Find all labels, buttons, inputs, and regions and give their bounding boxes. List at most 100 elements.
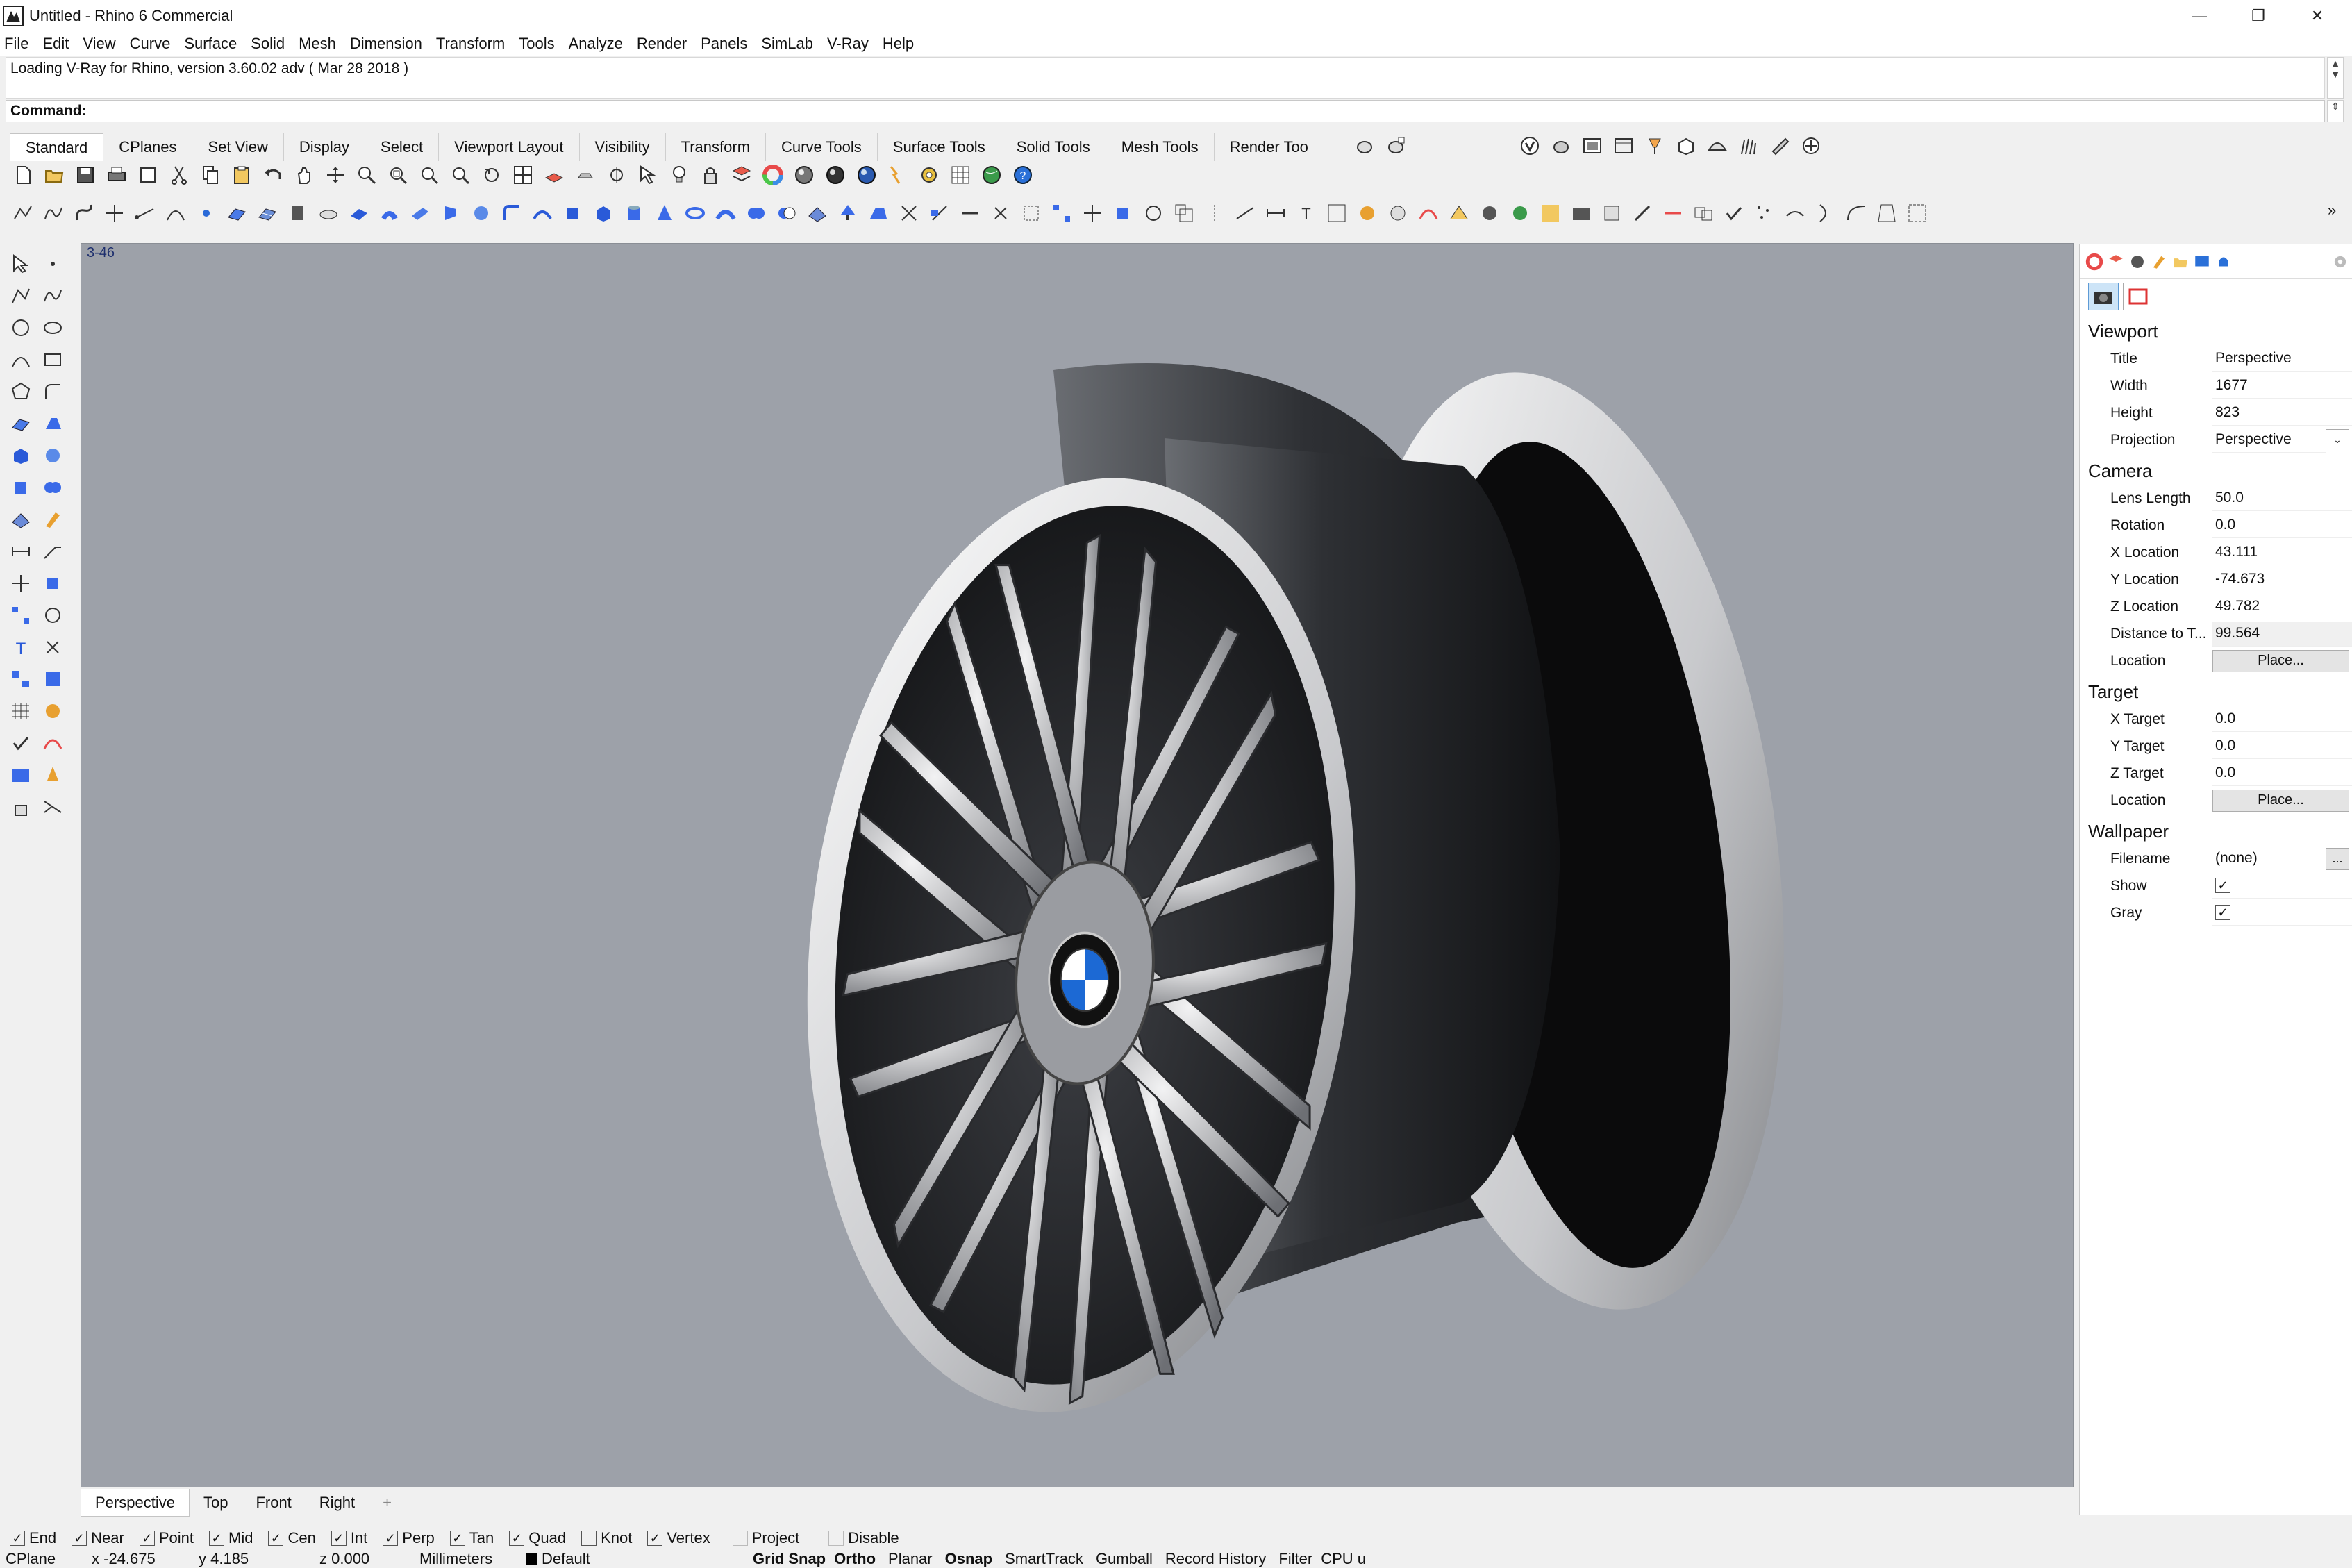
history-scrollbar[interactable]: ▲ ▼ bbox=[2327, 57, 2344, 99]
menu-mesh[interactable]: Mesh bbox=[299, 35, 336, 53]
fillet-icon[interactable] bbox=[500, 201, 524, 225]
line-icon[interactable] bbox=[103, 201, 126, 225]
group-icon[interactable] bbox=[7, 665, 35, 693]
display-tab-icon[interactable] bbox=[2193, 253, 2211, 271]
boolean-union-icon[interactable] bbox=[744, 201, 768, 225]
object-snap-icon[interactable] bbox=[605, 163, 628, 187]
osnap-checkbox[interactable]: ✓ bbox=[509, 1531, 525, 1546]
set-view-icon[interactable] bbox=[574, 163, 597, 187]
grid-options-icon[interactable] bbox=[949, 163, 972, 187]
rotate-icon[interactable] bbox=[1142, 201, 1165, 225]
cylinder-solid-icon[interactable] bbox=[7, 474, 35, 501]
arc-icon[interactable] bbox=[7, 346, 35, 374]
vray-proxy-icon[interactable] bbox=[1674, 134, 1698, 158]
vray-light-icon[interactable] bbox=[39, 761, 67, 789]
analyze-icon[interactable] bbox=[1356, 201, 1379, 225]
explode-icon[interactable] bbox=[39, 633, 67, 661]
surface-plane-icon[interactable] bbox=[7, 410, 35, 437]
polygon-icon[interactable] bbox=[7, 378, 35, 406]
vray-clipper-icon[interactable] bbox=[1768, 134, 1792, 158]
osnap-int[interactable]: ✓ Int bbox=[331, 1529, 367, 1547]
chevron-down-icon[interactable]: ⌄ bbox=[2326, 428, 2349, 451]
options-gear-icon[interactable] bbox=[917, 163, 941, 187]
vp-tab-add[interactable]: + bbox=[369, 1489, 406, 1517]
point-cloud-icon[interactable] bbox=[1753, 201, 1776, 225]
light-bulb-icon[interactable] bbox=[667, 163, 691, 187]
status-gumball[interactable]: Gumball bbox=[1096, 1550, 1153, 1568]
flow-icon[interactable] bbox=[1783, 201, 1807, 225]
menu-file[interactable]: File bbox=[4, 35, 28, 53]
osnap-checkbox[interactable] bbox=[732, 1531, 748, 1546]
check-icon[interactable] bbox=[7, 729, 35, 757]
explode-icon[interactable] bbox=[989, 201, 1012, 225]
vray-render-icon[interactable] bbox=[1549, 134, 1573, 158]
orient-icon[interactable] bbox=[1233, 201, 1257, 225]
cone-icon[interactable] bbox=[653, 201, 676, 225]
status-filter[interactable]: Filter bbox=[1278, 1550, 1312, 1568]
plane-icon[interactable] bbox=[317, 201, 340, 225]
tab-cplanes[interactable]: CPlanes bbox=[103, 133, 193, 161]
status-osnap[interactable]: Osnap bbox=[945, 1550, 992, 1568]
select-arrow-icon[interactable] bbox=[7, 250, 35, 278]
command-input[interactable] bbox=[89, 102, 2312, 120]
dimension-icon[interactable] bbox=[7, 537, 35, 565]
vray-dome-icon[interactable] bbox=[1705, 134, 1729, 158]
fillet-curves-icon[interactable] bbox=[39, 378, 67, 406]
osnap-checkbox[interactable]: ✓ bbox=[10, 1531, 25, 1546]
globe-icon[interactable] bbox=[980, 163, 1003, 187]
undo-icon[interactable] bbox=[261, 163, 285, 187]
layout-icon[interactable] bbox=[136, 163, 160, 187]
osnap-quad[interactable]: ✓ Quad bbox=[509, 1529, 566, 1547]
tab-render-tools[interactable]: Render Too bbox=[1215, 133, 1324, 161]
undo-view-icon[interactable] bbox=[480, 163, 503, 187]
sphere-icon[interactable] bbox=[469, 201, 493, 225]
curvature-icon[interactable] bbox=[1417, 201, 1440, 225]
leader-icon[interactable] bbox=[39, 537, 67, 565]
pipe-icon[interactable] bbox=[714, 201, 737, 225]
osnap-checkbox[interactable]: ✓ bbox=[72, 1531, 87, 1546]
print-icon[interactable] bbox=[105, 163, 128, 187]
paste-icon[interactable] bbox=[230, 163, 253, 187]
perspective-viewport[interactable]: 3-46 bbox=[81, 243, 2074, 1487]
osnap-checkbox[interactable]: ✓ bbox=[647, 1531, 663, 1546]
box-icon[interactable] bbox=[592, 201, 615, 225]
prop-title-value[interactable]: Perspective bbox=[2212, 346, 2352, 372]
menu-panels[interactable]: Panels bbox=[701, 35, 747, 53]
texture-icon[interactable] bbox=[1539, 201, 1562, 225]
sun-light-icon[interactable] bbox=[886, 163, 910, 187]
patch-icon[interactable] bbox=[867, 201, 890, 225]
copy-icon[interactable] bbox=[199, 163, 222, 187]
browse-button[interactable]: ... bbox=[2326, 847, 2349, 870]
extrude-icon[interactable] bbox=[561, 201, 585, 225]
render-sphere-icon[interactable] bbox=[855, 163, 878, 187]
prop-projection-dropdown[interactable]: Perspective bbox=[2212, 427, 2326, 453]
prop-height-value[interactable]: 823 bbox=[2212, 400, 2352, 426]
rotate-view-icon[interactable] bbox=[324, 163, 347, 187]
zoom-dynamic-icon[interactable] bbox=[355, 163, 378, 187]
osnap-disable[interactable]: Disable bbox=[828, 1529, 899, 1547]
status-cplane[interactable]: CPlane bbox=[6, 1550, 75, 1568]
array-icon[interactable] bbox=[7, 601, 35, 629]
menu-help[interactable]: Help bbox=[883, 35, 914, 53]
menu-surface[interactable]: Surface bbox=[184, 35, 237, 53]
notifications-tab-icon[interactable] bbox=[2215, 253, 2233, 271]
taper-icon[interactable] bbox=[1875, 201, 1899, 225]
mesh-icon[interactable] bbox=[806, 201, 829, 225]
shaded-sphere-icon[interactable] bbox=[792, 163, 816, 187]
cplane-icon[interactable] bbox=[542, 163, 566, 187]
vp-tab-front[interactable]: Front bbox=[242, 1489, 305, 1517]
layers-tab-icon[interactable] bbox=[2107, 253, 2125, 271]
extrude-surface-icon[interactable] bbox=[39, 410, 67, 437]
viewport-subtab-icon[interactable] bbox=[2123, 283, 2153, 310]
join-icon[interactable] bbox=[958, 201, 982, 225]
tab-select[interactable]: Select bbox=[365, 133, 440, 161]
menu-dimension[interactable]: Dimension bbox=[350, 35, 422, 53]
ruled-surface-icon[interactable] bbox=[347, 201, 371, 225]
toolbar-overflow-icon[interactable]: » bbox=[2328, 201, 2336, 219]
properties-tab-icon[interactable] bbox=[2085, 253, 2103, 271]
dimension-icon[interactable] bbox=[1264, 201, 1287, 225]
circle-icon[interactable] bbox=[7, 314, 35, 342]
prop-lens-value[interactable]: 50.0 bbox=[2212, 485, 2352, 511]
vray-fur-icon[interactable] bbox=[1737, 134, 1760, 158]
osnap-cen[interactable]: ✓ Cen bbox=[268, 1529, 316, 1547]
